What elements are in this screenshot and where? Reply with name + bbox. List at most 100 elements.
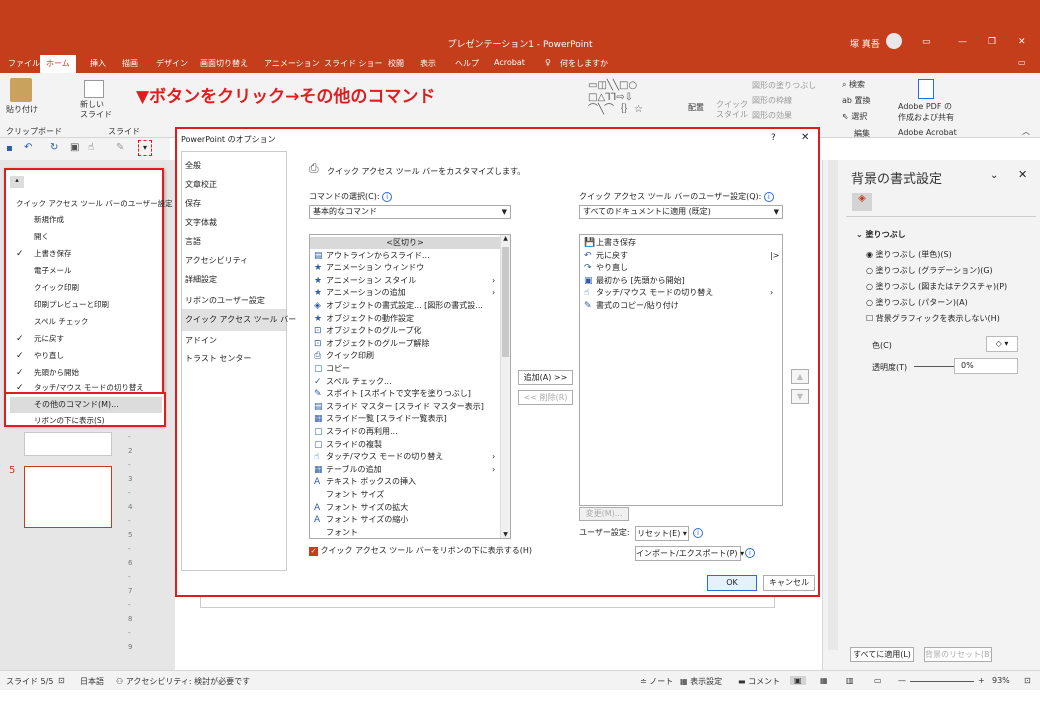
slide-canvas[interactable] xyxy=(200,596,775,608)
nav-advanced[interactable]: 詳細設定 xyxy=(185,274,285,285)
avatar[interactable] xyxy=(886,33,902,49)
zoom-in-icon[interactable]: + xyxy=(978,676,985,685)
tab-acrobat[interactable]: Acrobat xyxy=(494,58,525,67)
tab-file[interactable]: ファイル xyxy=(8,58,40,69)
undo-icon[interactable]: ↶ xyxy=(24,142,32,153)
slide-thumbnail-4[interactable] xyxy=(24,432,112,456)
tab-view[interactable]: 表示 xyxy=(420,58,436,69)
command-list-item[interactable]: A テキスト ボックスの挿入 xyxy=(314,476,416,488)
tab-insert[interactable]: 挿入 xyxy=(90,58,106,69)
import-export-button[interactable]: インポート/エクスポート(P) ▾ xyxy=(635,546,744,561)
qat-list-item[interactable]: ☝ タッチ/マウス モードの切り替え › xyxy=(584,287,773,299)
user-name[interactable]: 塚 真吾 xyxy=(850,37,880,50)
commands-list[interactable]: <区切り> ▤ アウトラインからスライド... ★ アニメーション ウィンドウ ★ アニメー… xyxy=(309,234,511,539)
command-list-item[interactable]: ✎ スポイト [スポイトで文字を塗りつぶし] xyxy=(314,388,471,400)
tell-me-box[interactable]: 何をしますか xyxy=(560,58,608,69)
add-button[interactable]: 追加(A) >> xyxy=(518,370,573,385)
ribbon-display-icon[interactable]: ▭ xyxy=(922,37,931,47)
show-below-ribbon-checkbox[interactable]: ✓ クイック アクセス ツール バーをリボンの下に表示する(H) xyxy=(309,545,532,556)
arrange-button[interactable]: 配置 xyxy=(688,102,704,113)
zoom-out-icon[interactable]: — xyxy=(898,676,906,685)
qat-list-item[interactable]: ▣ 最初から [先頭から開始] xyxy=(584,275,685,287)
zoom-level[interactable]: 93% xyxy=(992,676,1010,685)
nav-trust-center[interactable]: トラスト センター xyxy=(185,353,285,364)
command-list-item[interactable]: ▦ テーブルの追加 › xyxy=(314,464,495,476)
command-list-item[interactable]: ▤ アウトラインからスライド... xyxy=(314,250,430,262)
paste-icon[interactable] xyxy=(10,78,32,102)
proofing-icon[interactable]: ⊡ xyxy=(58,676,65,685)
paste-button[interactable]: 貼り付け xyxy=(6,104,38,115)
fill-picture-radio[interactable]: ○ 塗りつぶし (図またはテクスチャ)(P) xyxy=(866,281,1007,292)
nav-save[interactable]: 保存 xyxy=(185,198,285,209)
command-list-item[interactable]: ⎙ クイック印刷 xyxy=(314,350,374,362)
command-list-item[interactable]: ⊡ オブジェクトのグループ解除 xyxy=(314,338,430,350)
menu-item-show-below-ribbon[interactable]: リボンの下に表示(S) xyxy=(4,415,166,427)
info-icon[interactable]: i xyxy=(382,192,393,202)
info-icon[interactable]: i xyxy=(745,548,755,558)
slide-thumbnail-5[interactable] xyxy=(24,466,112,528)
slideshow-view-icon[interactable]: ▭ xyxy=(874,676,882,685)
fill-solid-radio[interactable]: ◉ 塗りつぶし (単色)(S) xyxy=(866,249,952,260)
restore-icon[interactable]: ❐ xyxy=(988,37,996,47)
dialog-help-icon[interactable]: ? xyxy=(771,133,776,143)
info-icon[interactable]: i xyxy=(693,528,703,538)
nav-accessibility[interactable]: アクセシビリティ xyxy=(185,255,285,266)
nav-customize-ribbon[interactable]: リボンのユーザー設定 xyxy=(185,295,285,306)
command-list-item[interactable]: ★ オブジェクトの動作設定 xyxy=(314,313,414,325)
shape-outline-button[interactable]: 図形の枠線 xyxy=(752,95,792,106)
transparency-slider[interactable] xyxy=(914,366,954,367)
quick-style-button[interactable]: クイック スタイル xyxy=(716,100,748,120)
tab-design[interactable]: デザイン xyxy=(156,58,188,69)
qat-customize-dropdown-icon[interactable]: ▾ xyxy=(138,140,152,156)
menu-item-print-preview[interactable]: 印刷プレビューと印刷 xyxy=(6,297,164,313)
language-status[interactable]: 日本語 xyxy=(80,676,104,687)
qat-list-item[interactable]: ✎ 書式のコピー/貼り付け xyxy=(584,300,679,312)
move-down-icon[interactable]: ▼ xyxy=(791,389,809,404)
minimize-icon[interactable]: — xyxy=(958,37,967,47)
command-list-item[interactable]: A フォント サイズの縮小 xyxy=(314,514,408,526)
command-list-item[interactable]: ★ アニメーション スタイル › xyxy=(314,275,495,287)
main-scrollbar[interactable] xyxy=(828,160,838,650)
menu-item-from-beginning[interactable]: ✓ 先頭から開始 xyxy=(6,365,164,381)
nav-quick-access-toolbar[interactable]: クイック アクセス ツール バー xyxy=(182,309,296,331)
nav-add-ins[interactable]: アドイン xyxy=(185,335,285,346)
qat-list-item[interactable]: ↷ やり直し xyxy=(584,262,628,274)
slide-sorter-icon[interactable]: ▦ xyxy=(820,676,828,685)
menu-item-redo[interactable]: ✓ やり直し xyxy=(6,348,164,364)
collapse-ribbon-icon[interactable]: ︿ xyxy=(1022,126,1030,137)
fill-pattern-radio[interactable]: ○ 塗りつぶし (パターン)(A) xyxy=(866,297,968,308)
command-list-item[interactable]: ▢ コピー xyxy=(314,363,350,375)
fill-category-icon[interactable]: ◈ xyxy=(852,193,872,211)
tab-draw[interactable]: 描画 xyxy=(122,58,138,69)
command-separator-item[interactable]: <区切り> xyxy=(310,237,500,249)
command-list-item[interactable]: ◈ オブジェクトの書式設定... [図形の書式設... xyxy=(314,300,483,312)
nav-proofing[interactable]: 文章校正 xyxy=(185,179,285,190)
start-slideshow-icon[interactable]: ▣ xyxy=(70,142,79,153)
tell-me-icon[interactable]: ♀ xyxy=(545,58,551,67)
close-window-icon[interactable]: ✕ xyxy=(1018,37,1026,47)
menu-item-email[interactable]: 電子メール xyxy=(6,263,164,279)
command-list-item[interactable]: ▢ スライドの複製 xyxy=(314,439,382,451)
tab-slideshow[interactable]: スライド ショー xyxy=(324,58,383,69)
command-list-item[interactable]: ▢ スライドの再利用... xyxy=(314,426,398,438)
remove-button[interactable]: << 削除(R) xyxy=(518,390,573,405)
menu-item-spelling[interactable]: スペル チェック xyxy=(6,314,164,330)
new-slide-icon[interactable] xyxy=(84,80,104,98)
transparency-input[interactable]: 0% xyxy=(954,358,1018,374)
command-list-item[interactable]: ★ アニメーションの追加 › xyxy=(314,287,495,299)
pane-close-icon[interactable]: ✕ xyxy=(1018,168,1027,181)
nav-language[interactable]: 言語 xyxy=(185,236,285,247)
menu-item-undo[interactable]: ✓ 元に戻す xyxy=(6,331,164,347)
tab-animations[interactable]: アニメーション xyxy=(264,58,320,69)
reset-button[interactable]: リセット(E) ▾ xyxy=(635,526,689,541)
command-list-item[interactable]: ✓ スペル チェック... xyxy=(314,376,392,388)
reset-background-button[interactable]: 背景のリセット(B) xyxy=(924,647,993,662)
shape-effects-button[interactable]: 図形の効果 xyxy=(752,110,792,121)
shapes-gallery[interactable]: ▭◫╲╲□○ □△⅂⅂⇨⇩ ⌒╲⌒｛｝☆ xyxy=(588,80,684,118)
ok-button[interactable]: OK xyxy=(707,575,757,591)
tab-help[interactable]: ヘルプ xyxy=(455,58,479,69)
customize-qat-select[interactable]: すべてのドキュメントに適用 (既定) ▼ xyxy=(579,205,783,219)
pane-options-icon[interactable]: ⌄ xyxy=(990,170,998,181)
touch-mode-icon[interactable]: ☝ xyxy=(88,142,94,153)
cancel-button[interactable]: キャンセル xyxy=(763,575,815,591)
